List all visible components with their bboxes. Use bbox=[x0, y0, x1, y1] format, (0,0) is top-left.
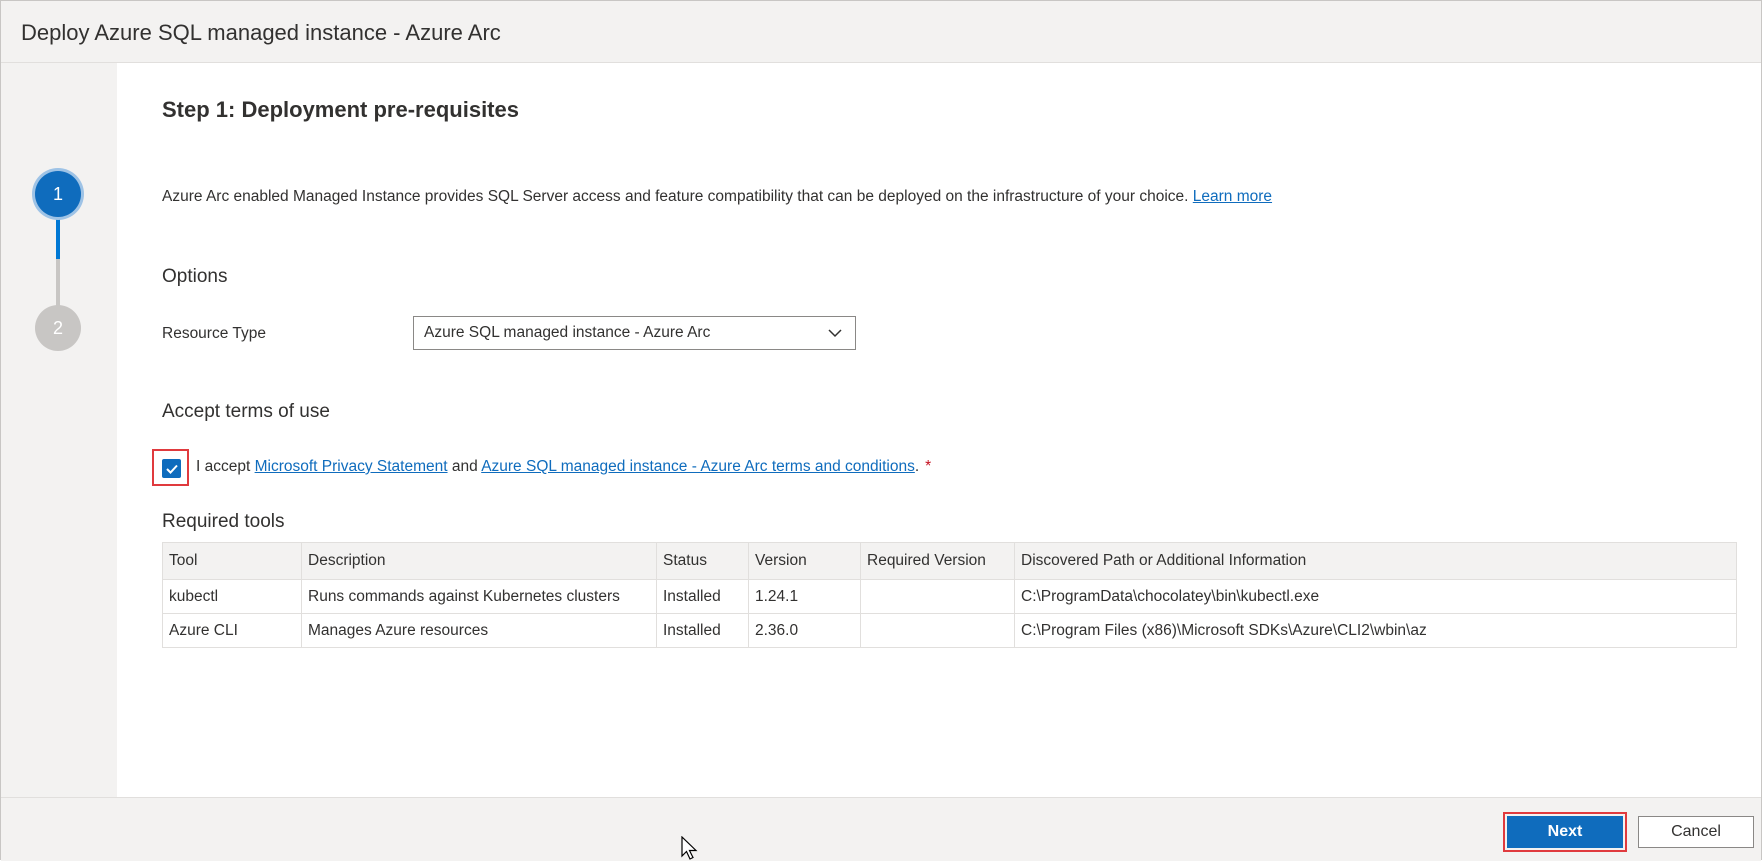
column-header[interactable]: Required Version bbox=[860, 542, 1015, 580]
dialog-title: Deploy Azure SQL managed instance - Azur… bbox=[21, 20, 501, 45]
wizard-stepper: 1 2 bbox=[1, 63, 117, 797]
dialog-footer: Next Cancel bbox=[1, 797, 1761, 861]
title-bar: Deploy Azure SQL managed instance - Azur… bbox=[1, 1, 1761, 63]
table-header-row: Tool Description Status Version Required… bbox=[162, 542, 1737, 580]
mouse-cursor-icon bbox=[681, 836, 698, 860]
table-cell: Installed bbox=[656, 579, 749, 614]
column-header[interactable]: Tool bbox=[162, 542, 302, 580]
description-text: Azure Arc enabled Managed Instance provi… bbox=[162, 188, 1189, 205]
table-cell: Runs commands against Kubernetes cluster… bbox=[301, 579, 657, 614]
table-cell: Manages Azure resources bbox=[301, 613, 657, 648]
required-marker: * bbox=[925, 458, 932, 475]
checkbox-highlight bbox=[152, 449, 189, 486]
accept-and: and bbox=[451, 458, 478, 475]
accept-terms-text: I accept Microsoft Privacy Statement and… bbox=[196, 458, 931, 476]
table-cell bbox=[860, 579, 1015, 614]
table-cell: kubectl bbox=[162, 579, 302, 614]
column-header[interactable]: Discovered Path or Additional Informatio… bbox=[1014, 542, 1737, 580]
step-2-indicator[interactable]: 2 bbox=[35, 305, 81, 351]
privacy-statement-link[interactable]: Microsoft Privacy Statement bbox=[255, 458, 448, 475]
step-description: Azure Arc enabled Managed Instance provi… bbox=[162, 188, 1272, 206]
checkmark-icon bbox=[165, 464, 178, 474]
table-cell: Installed bbox=[656, 613, 749, 648]
table-cell: C:\Program Files (x86)\Microsoft SDKs\Az… bbox=[1014, 613, 1737, 648]
column-header[interactable]: Status bbox=[656, 542, 749, 580]
table-cell bbox=[860, 613, 1015, 648]
accept-terms-checkbox[interactable] bbox=[162, 459, 181, 478]
table-cell: 1.24.1 bbox=[748, 579, 861, 614]
column-header[interactable]: Description bbox=[301, 542, 657, 580]
deploy-dialog: Deploy Azure SQL managed instance - Azur… bbox=[0, 0, 1762, 861]
table-row[interactable]: Azure CLI Manages Azure resources Instal… bbox=[162, 613, 1737, 648]
page-title: Step 1: Deployment pre-requisites bbox=[162, 97, 519, 122]
table-cell: C:\ProgramData\chocolatey\bin\kubectl.ex… bbox=[1014, 579, 1737, 614]
step-connector-active bbox=[56, 215, 60, 259]
resource-type-dropdown[interactable]: Azure SQL managed instance - Azure Arc bbox=[413, 316, 856, 350]
learn-more-link[interactable]: Learn more bbox=[1193, 188, 1272, 205]
terms-conditions-link[interactable]: Azure SQL managed instance - Azure Arc t… bbox=[481, 458, 915, 475]
table-row[interactable]: kubectl Runs commands against Kubernetes… bbox=[162, 579, 1737, 614]
options-heading: Options bbox=[162, 266, 228, 287]
next-button[interactable]: Next bbox=[1507, 816, 1623, 848]
table-cell: Azure CLI bbox=[162, 613, 302, 648]
resource-type-value: Azure SQL managed instance - Azure Arc bbox=[424, 324, 711, 341]
step-content: Step 1: Deployment pre-requisites Azure … bbox=[117, 63, 1761, 797]
required-tools-table: Tool Description Status Version Required… bbox=[162, 542, 1737, 648]
accept-prefix: I accept bbox=[196, 458, 251, 475]
required-tools-heading: Required tools bbox=[162, 511, 285, 532]
accept-terms-heading: Accept terms of use bbox=[162, 401, 330, 422]
resource-type-label: Resource Type bbox=[162, 325, 266, 342]
step-1-indicator[interactable]: 1 bbox=[35, 171, 81, 217]
cancel-button[interactable]: Cancel bbox=[1638, 816, 1754, 848]
column-header[interactable]: Version bbox=[748, 542, 861, 580]
accept-suffix: . bbox=[914, 458, 920, 475]
table-cell: 2.36.0 bbox=[748, 613, 861, 648]
step-connector-inactive bbox=[56, 259, 60, 307]
chevron-down-icon bbox=[828, 329, 842, 338]
